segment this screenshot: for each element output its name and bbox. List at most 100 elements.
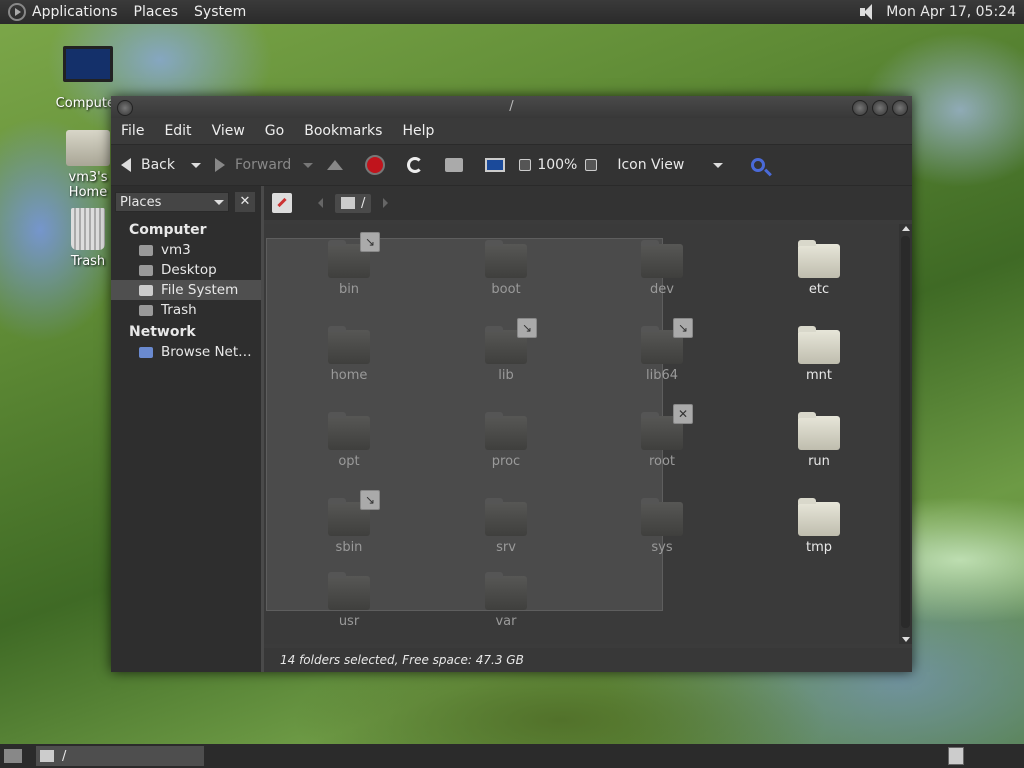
folder-icon [485,572,527,610]
breadcrumb-root[interactable]: / [335,193,372,213]
folder-item-etc[interactable]: etc [774,240,864,297]
edit-location-icon[interactable] [272,193,292,213]
back-button[interactable]: Back [121,157,201,173]
maximize-icon[interactable] [872,100,888,116]
folder-label: lib [498,368,514,383]
folder-item-proc[interactable]: proc [461,412,551,469]
folder-label: var [495,614,517,629]
symlink-emblem-icon: ↘ [360,232,380,252]
menu-file[interactable]: File [121,123,144,139]
menu-places[interactable]: Places [134,4,179,20]
file-manager-window: / File Edit View Go Bookmarks Help Back … [111,96,912,672]
computer-button[interactable] [485,158,506,172]
crumb-scroll-left-icon[interactable] [318,198,323,208]
status-bar: 14 folders selected, Free space: 47.3 GB [264,648,912,672]
zoom-out-icon[interactable] [519,159,532,171]
folder-item-tmp[interactable]: tmp [774,498,864,555]
folder-item-lib[interactable]: lib ↘ [461,318,551,383]
top-panel: Applications Places System Mon Apr 17, 0… [0,0,1024,24]
folder-icon [485,412,527,450]
folder-item-boot[interactable]: boot [461,240,551,297]
menu-bookmarks[interactable]: Bookmarks [304,123,382,139]
trash-icon [139,304,153,316]
scroll-thumb[interactable] [901,236,910,628]
stop-icon [365,155,386,175]
window-titlebar[interactable]: / [111,96,912,118]
home-button[interactable] [445,158,464,172]
sidebar-item-trash[interactable]: Trash [111,300,261,320]
clock[interactable]: Mon Apr 17, 05:24 [886,4,1016,20]
folder-item-bin[interactable]: bin ↘ [304,232,394,297]
folder-item-usr[interactable]: usr [304,572,394,629]
folder-item-srv[interactable]: srv [461,498,551,555]
folder-item-sbin[interactable]: sbin ↘ [304,490,394,555]
workspace-switcher[interactable] [948,747,964,765]
folder-label: dev [650,282,674,297]
folder-item-opt[interactable]: opt [304,412,394,469]
computer-icon [485,158,506,172]
minimize-icon[interactable] [852,100,868,116]
drive-icon [139,284,153,296]
vertical-scrollbar[interactable] [899,224,912,644]
computer-icon [63,46,113,82]
zoom-in-icon[interactable] [585,159,598,171]
folder-item-mnt[interactable]: mnt [774,326,864,383]
volume-icon[interactable] [858,3,878,21]
symlink-emblem-icon: ↘ [360,490,380,510]
folder-label: usr [338,614,360,629]
sidebar-item-label: vm3 [161,242,191,258]
window-title: / [509,99,514,114]
folder-item-home[interactable]: home [304,326,394,383]
folder-label: lib64 [645,368,679,383]
folder-item-dev[interactable]: dev [617,240,707,297]
sidebar-item-label: Trash [161,302,197,318]
reload-button[interactable] [407,157,424,173]
search-button[interactable] [751,158,766,172]
folder-item-var[interactable]: var [461,572,551,629]
sidebar-type-select[interactable]: Places [115,192,229,212]
scroll-up-icon[interactable] [902,226,910,231]
menu-view[interactable]: View [212,123,245,139]
menu-applications[interactable]: Applications [32,4,118,20]
folder-item-root[interactable]: root ✕ [617,404,707,469]
network-icon [139,346,153,358]
icon-view[interactable]: bin ↘ boot dev etc home lib ↘ lib64 ↘ mnt opt proc ro… [264,224,899,644]
menu-system[interactable]: System [194,4,246,20]
folder-icon [798,498,840,536]
up-button[interactable] [327,160,344,170]
menu-edit[interactable]: Edit [164,123,191,139]
taskbar-item-file-manager[interactable]: / [36,746,204,766]
folder-label: srv [496,540,516,555]
sidebar-item-browse-network[interactable]: Browse Net… [111,342,261,362]
menu-go[interactable]: Go [265,123,284,139]
window-menu-icon[interactable] [117,100,133,116]
sidebar-close-button[interactable]: ✕ [235,192,255,212]
back-history-dropdown-icon[interactable] [191,162,201,168]
folder-item-run[interactable]: run [774,412,864,469]
folder-label: etc [808,282,830,297]
menu-help[interactable]: Help [402,123,434,139]
folder-item-lib64[interactable]: lib64 ↘ [617,318,707,383]
sidebar-item-vm3[interactable]: vm3 [111,240,261,260]
forward-button[interactable]: Forward [215,157,314,173]
distro-logo-icon[interactable] [8,3,26,21]
show-desktop-icon[interactable] [4,749,22,763]
folder-icon [328,326,370,364]
forward-history-dropdown-icon[interactable] [303,162,314,168]
folder-label: sbin [335,540,363,555]
stop-button[interactable] [365,155,386,175]
folder-icon [485,498,527,536]
folder-item-sys[interactable]: sys [617,498,707,555]
scroll-down-icon[interactable] [902,637,910,642]
crumb-scroll-right-icon[interactable] [383,198,389,208]
sidebar-type-label: Places [120,194,162,210]
sidebar-item-desktop[interactable]: Desktop [111,260,261,280]
folder-icon [328,412,370,450]
drive-icon [341,197,355,209]
folder-label: tmp [805,540,832,555]
close-icon[interactable] [892,100,908,116]
view-mode-select[interactable]: Icon View [617,157,724,173]
zoom-level[interactable]: 100% [537,157,577,173]
folder-label: proc [491,454,521,469]
sidebar-item-file-system[interactable]: File System [111,280,261,300]
